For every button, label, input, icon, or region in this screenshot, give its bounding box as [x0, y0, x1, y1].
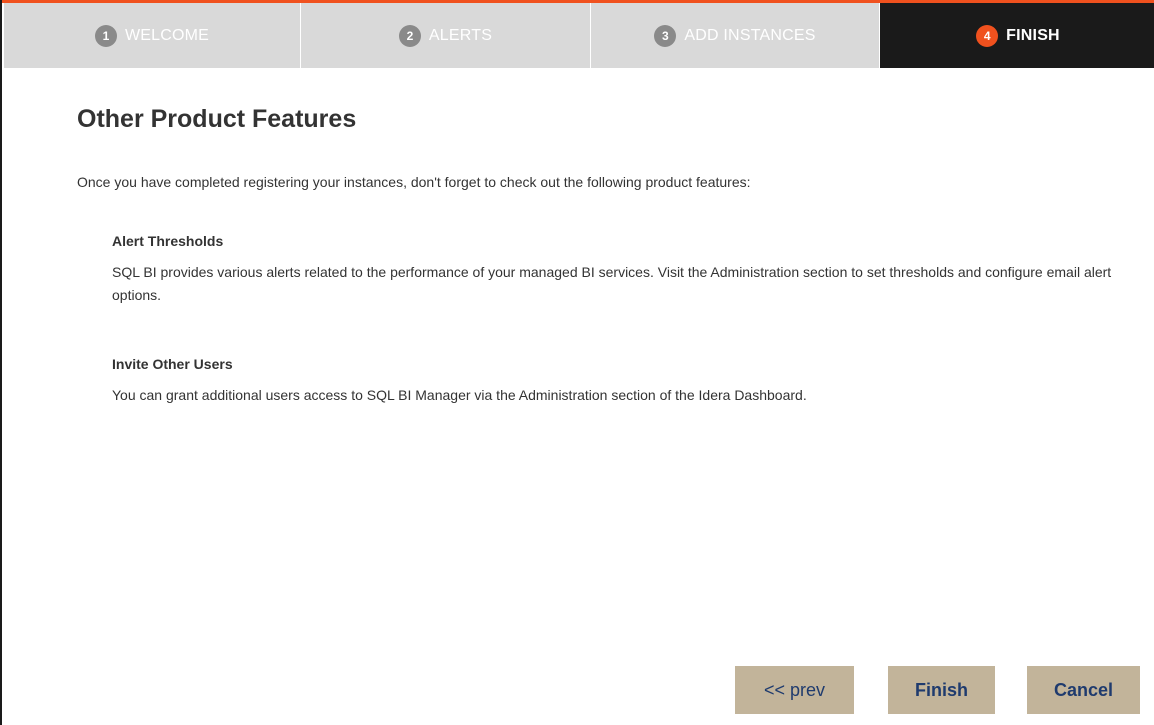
finish-button[interactable]: Finish — [888, 666, 995, 714]
step-number-badge: 1 — [94, 24, 117, 47]
wizard-steps: 1 WELCOME 2 ALERTS 3 ADD INSTANCES 4 FIN… — [4, 3, 1154, 68]
feature-description: You can grant additional users access to… — [112, 387, 807, 403]
step-number-badge: 3 — [654, 24, 677, 47]
cancel-button[interactable]: Cancel — [1027, 666, 1140, 714]
feature-invite-users: Invite Other Users You can grant additio… — [112, 356, 1132, 407]
feature-title: Alert Thresholds — [112, 233, 224, 249]
intro-text: Once you have completed registering your… — [77, 174, 751, 190]
step-welcome[interactable]: 1 WELCOME — [4, 3, 301, 68]
step-label: FINISH — [1006, 26, 1060, 44]
wizard-dialog: 1 WELCOME 2 ALERTS 3 ADD INSTANCES 4 FIN… — [0, 0, 1154, 725]
prev-button[interactable]: << prev — [735, 666, 854, 714]
step-number-badge: 4 — [976, 24, 999, 47]
step-label: ALERTS — [428, 26, 493, 44]
step-number-badge: 2 — [398, 24, 421, 47]
step-label: ADD INSTANCES — [684, 26, 816, 44]
step-label: WELCOME — [124, 26, 210, 44]
step-finish[interactable]: 4 FINISH — [880, 3, 1154, 68]
step-alerts[interactable]: 2 ALERTS — [301, 3, 591, 68]
feature-title: Invite Other Users — [112, 356, 233, 372]
page-title: Other Product Features — [77, 105, 357, 133]
step-add-instances[interactable]: 3 ADD INSTANCES — [591, 3, 880, 68]
feature-description: SQL BI provides various alerts related t… — [112, 264, 1112, 303]
feature-alert-thresholds: Alert Thresholds SQL BI provides various… — [112, 233, 1132, 307]
